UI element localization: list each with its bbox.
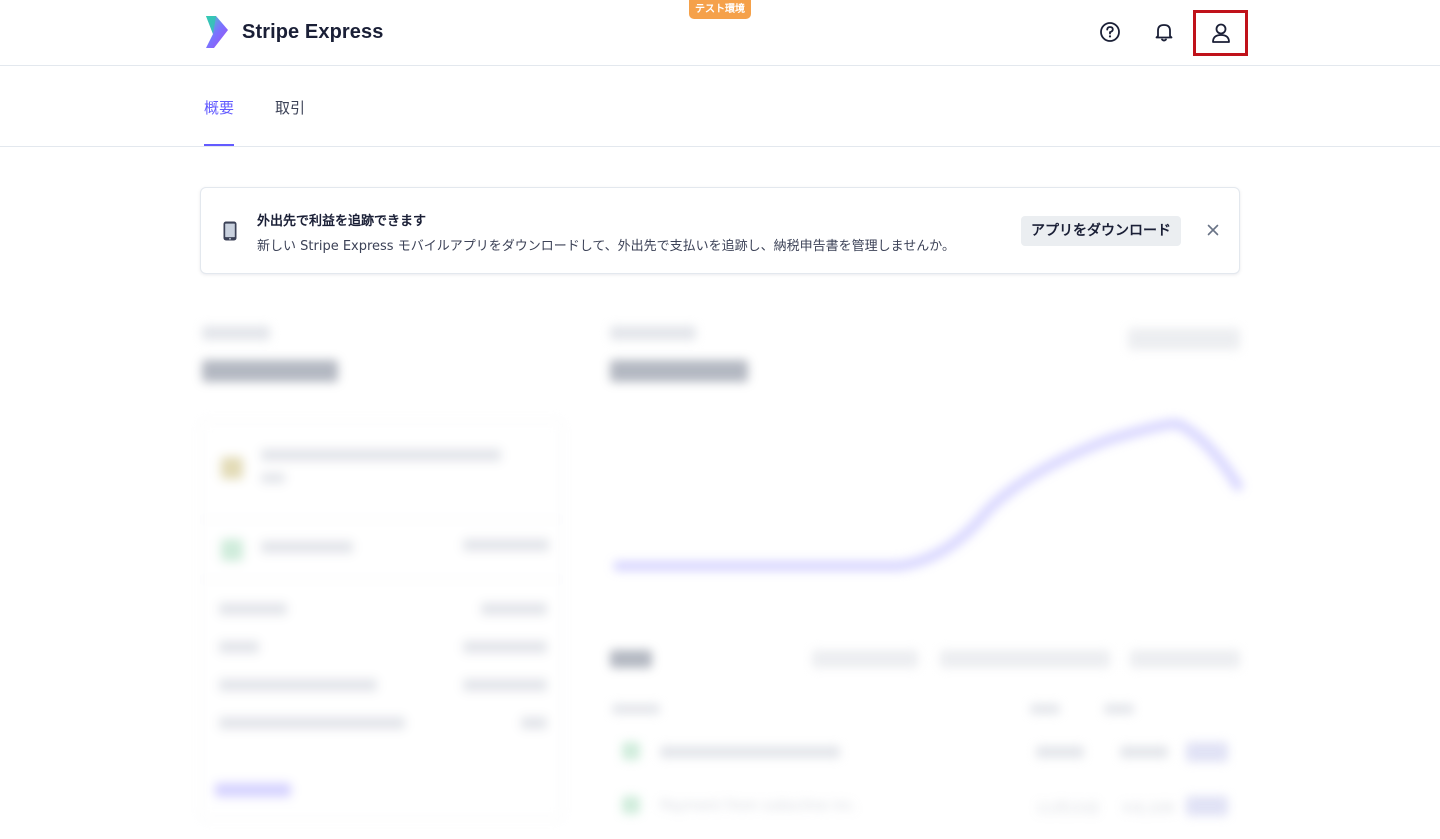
blurred-text [612, 704, 660, 714]
blurred-text [219, 679, 377, 691]
blurred-filter [940, 650, 1110, 668]
blurred-row-date: 11月15日 [1036, 801, 1100, 817]
blurred-text [261, 473, 285, 483]
blurred-badge [1186, 742, 1228, 762]
notifications-button[interactable] [1146, 14, 1182, 50]
blurred-text [1030, 704, 1060, 714]
blurred-icon [221, 539, 243, 561]
top-bar: Stripe Express テスト環境 [0, 0, 1440, 66]
blurred-select [1128, 328, 1240, 350]
banner-text: 新しい Stripe Express モバイルアプリをダウンロードして、外出先で… [257, 239, 956, 254]
blurred-text [1104, 704, 1134, 714]
divider [201, 519, 562, 520]
blurred-text [261, 449, 501, 461]
blurred-line-chart [613, 418, 1243, 571]
blurred-label [610, 326, 696, 340]
help-icon [1100, 22, 1120, 42]
stripe-express-logo [206, 16, 228, 48]
tab-overview[interactable]: 概要 [204, 97, 234, 118]
blurred-text [660, 746, 840, 758]
app-download-banner: 外出先で利益を追跡できます 新しい Stripe Express モバイルアプリ… [200, 187, 1240, 274]
tab-transactions[interactable]: 取引 [275, 97, 305, 118]
banner-title: 外出先で利益を追跡できます [257, 214, 427, 229]
blurred-text [219, 717, 405, 729]
blurred-amount [202, 360, 338, 382]
test-environment-badge: テスト環境 [689, 0, 751, 19]
blurred-row-label: Payment from subscline inc. [660, 798, 858, 814]
blurred-dashboard-content: Payment from subscline inc. 11月15日 ￥8,10… [0, 300, 1440, 839]
blurred-amount [610, 360, 748, 382]
mobile-phone-icon [223, 221, 237, 241]
download-app-button[interactable]: アプリをダウンロード [1021, 216, 1181, 246]
bell-icon [1155, 24, 1173, 42]
blurred-text [1036, 746, 1084, 758]
blurred-text [463, 679, 547, 691]
blurred-icon [221, 457, 243, 479]
blurred-filter [812, 650, 918, 668]
blurred-label [202, 326, 270, 340]
account-icon [1211, 23, 1230, 43]
active-tab-indicator [204, 144, 234, 146]
blurred-link [215, 783, 291, 797]
brand-name: Stripe Express [242, 20, 384, 43]
blurred-text [521, 717, 547, 729]
close-icon[interactable] [1205, 222, 1221, 238]
blurred-icon [622, 742, 640, 760]
blurred-icon [622, 796, 640, 814]
blurred-text [219, 603, 287, 615]
blurred-text [1120, 746, 1168, 758]
blurred-balance-card [200, 420, 563, 820]
blurred-badge [1186, 796, 1228, 816]
brand[interactable]: Stripe Express [204, 16, 383, 48]
blurred-text [481, 603, 547, 615]
blurred-text [261, 541, 353, 553]
account-button[interactable] [1193, 10, 1248, 56]
blurred-text [463, 641, 547, 653]
help-button[interactable] [1092, 14, 1128, 50]
blurred-filter [1130, 650, 1240, 668]
divider [201, 579, 562, 580]
blurred-text [463, 539, 549, 551]
blurred-row-amount: ￥8,109 [1120, 801, 1175, 817]
tab-bar: 概要 取引 [0, 67, 1440, 147]
blurred-text [219, 641, 259, 653]
blurred-heading [610, 650, 652, 668]
